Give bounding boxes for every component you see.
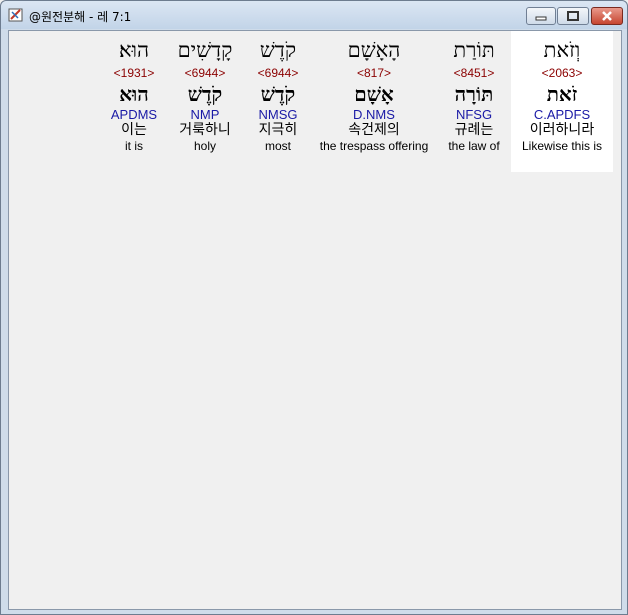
strong-number[interactable]: <6944>: [167, 66, 243, 80]
app-window: @원전분해 - 레 7:1 וְזֹאת <2063> זֹאת C.APDFS…: [0, 0, 628, 615]
strong-number[interactable]: <6944>: [247, 66, 309, 80]
title-bar[interactable]: @원전분해 - 레 7:1: [1, 1, 627, 29]
app-icon: [8, 7, 24, 23]
word-column[interactable]: קָדָשִׁים <6944> קֹדֶשׁ NMP 거룩하니 holy: [167, 31, 243, 154]
hebrew-lexeme: זֹאת: [546, 82, 578, 106]
english-gloss: the trespass offering: [319, 139, 429, 153]
english-gloss: Likewise this is: [521, 139, 603, 153]
strong-number[interactable]: <2063>: [511, 66, 613, 80]
korean-gloss: 이는: [121, 122, 147, 138]
strong-number[interactable]: <8451>: [439, 66, 509, 80]
strong-number[interactable]: <1931>: [105, 66, 163, 80]
hebrew-lexeme: קֹדֶשׁ: [260, 82, 296, 106]
hebrew-word: וְזֹאת: [543, 38, 581, 62]
korean-gloss: 이러하니라: [529, 122, 595, 138]
english-gloss: holy: [193, 139, 216, 153]
hebrew-lexeme: קֹדֶשׁ: [187, 82, 223, 106]
hebrew-word: קָדָשִׁים: [177, 38, 233, 62]
morphology-code: APDMS: [110, 107, 158, 122]
window-title: @원전분해 - 레 7:1: [29, 10, 132, 24]
morphology-code: C.APDFS: [533, 107, 591, 122]
korean-gloss: 속건제의: [348, 122, 400, 138]
morphology-code: NMSG: [258, 107, 298, 122]
english-gloss: it is: [125, 139, 143, 153]
morphology-code: D.NMS: [353, 107, 395, 122]
close-button[interactable]: [591, 7, 623, 25]
hebrew-lexeme: אָשָׁם: [354, 82, 394, 106]
word-column[interactable]: תּוֹרַת <8451> תּוֹרָה NFSG 규례는 the law …: [439, 31, 509, 154]
hebrew-word: תּוֹרַת: [453, 38, 495, 62]
word-column[interactable]: הוּא׃ <1931> הוּא APDMS 이는 it is: [105, 31, 163, 154]
korean-gloss: 지극히: [258, 122, 298, 138]
hebrew-word: קֹדֶשׁ: [259, 38, 297, 62]
hebrew-lexeme: הוּא: [119, 82, 149, 106]
korean-gloss: 규례는: [454, 122, 494, 138]
morphology-code: NMP: [190, 107, 220, 122]
hebrew-word: הוּא׃: [118, 38, 150, 62]
minimize-button[interactable]: [526, 7, 556, 25]
word-column[interactable]: וְזֹאת <2063> זֹאת C.APDFS 이러하니라 Likewis…: [511, 31, 613, 154]
analysis-panel: וְזֹאת <2063> זֹאת C.APDFS 이러하니라 Likewis…: [8, 30, 622, 610]
maximize-button[interactable]: [557, 7, 589, 25]
strong-number[interactable]: <817>: [313, 66, 435, 80]
english-gloss: the law of: [448, 139, 500, 153]
word-column[interactable]: הָאָשָׁם <817> אָשָׁם D.NMS 속건제의 the tre…: [313, 31, 435, 154]
word-column[interactable]: קֹדֶשׁ <6944> קֹדֶשׁ NMSG 지극히 most: [247, 31, 309, 154]
morphology-code: NFSG: [455, 107, 493, 122]
english-gloss: most: [264, 139, 291, 153]
korean-gloss: 거룩하니: [179, 122, 231, 138]
hebrew-lexeme: תּוֹרָה: [454, 82, 494, 106]
hebrew-word: הָאָשָׁם: [347, 38, 401, 62]
